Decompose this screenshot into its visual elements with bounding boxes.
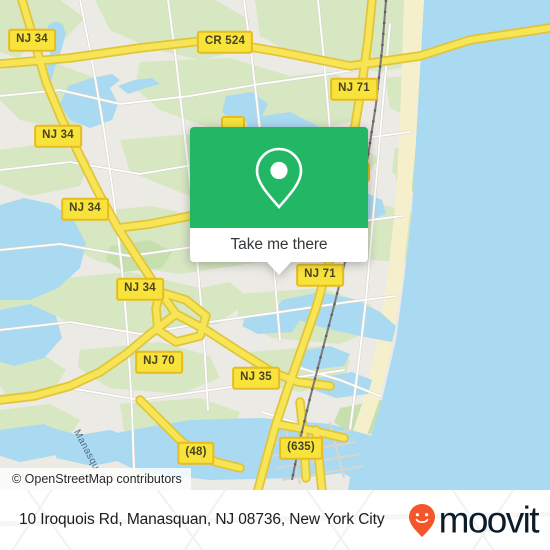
location-address-text: 10 Iroquois Rd, Manasquan, NJ 08736, New… (19, 511, 385, 528)
road-shield: NJ 71 (296, 263, 344, 287)
road-shield: NJ 70 (135, 350, 183, 374)
popup-footer[interactable]: Take me there (190, 228, 368, 275)
road-shield: NJ 34 (34, 124, 82, 148)
moovit-smiley-pin-icon (408, 503, 435, 537)
road-shield: (635) (279, 436, 323, 460)
popup-tail-pointer (267, 262, 291, 275)
location-popup-card[interactable]: Take me there (190, 127, 368, 275)
road-shield: NJ 71 (330, 77, 378, 101)
road-shield: NJ 34 (116, 277, 164, 301)
map-pin-icon (255, 147, 303, 209)
road-shield: NJ 34 (8, 28, 56, 52)
take-me-there-label: Take me there (230, 236, 328, 253)
road-shield: (48) (177, 441, 215, 465)
popup-header (190, 127, 368, 228)
moovit-wordmark: moovit (438, 499, 540, 541)
road-shield: NJ 34 (61, 197, 109, 221)
osm-attribution-text: © OpenStreetMap contributors (12, 472, 182, 486)
moovit-logo[interactable]: moovit (407, 499, 540, 541)
osm-attribution[interactable]: © OpenStreetMap contributors (0, 468, 191, 490)
road-shield: NJ 35 (232, 366, 280, 390)
moovit-map-screenshot: Manasqu NJ 34 CR 524 NJ 71 NJ 34 NJ 34 NJ 34 N… (0, 0, 550, 550)
road-shield: CR 524 (196, 30, 254, 54)
map-canvas[interactable]: Manasqu NJ 34 CR 524 NJ 71 NJ 34 NJ 34 NJ 34 N… (0, 0, 550, 490)
address-footer-bar: 10 Iroquois Rd, Manasquan, NJ 08736, New… (0, 490, 550, 550)
